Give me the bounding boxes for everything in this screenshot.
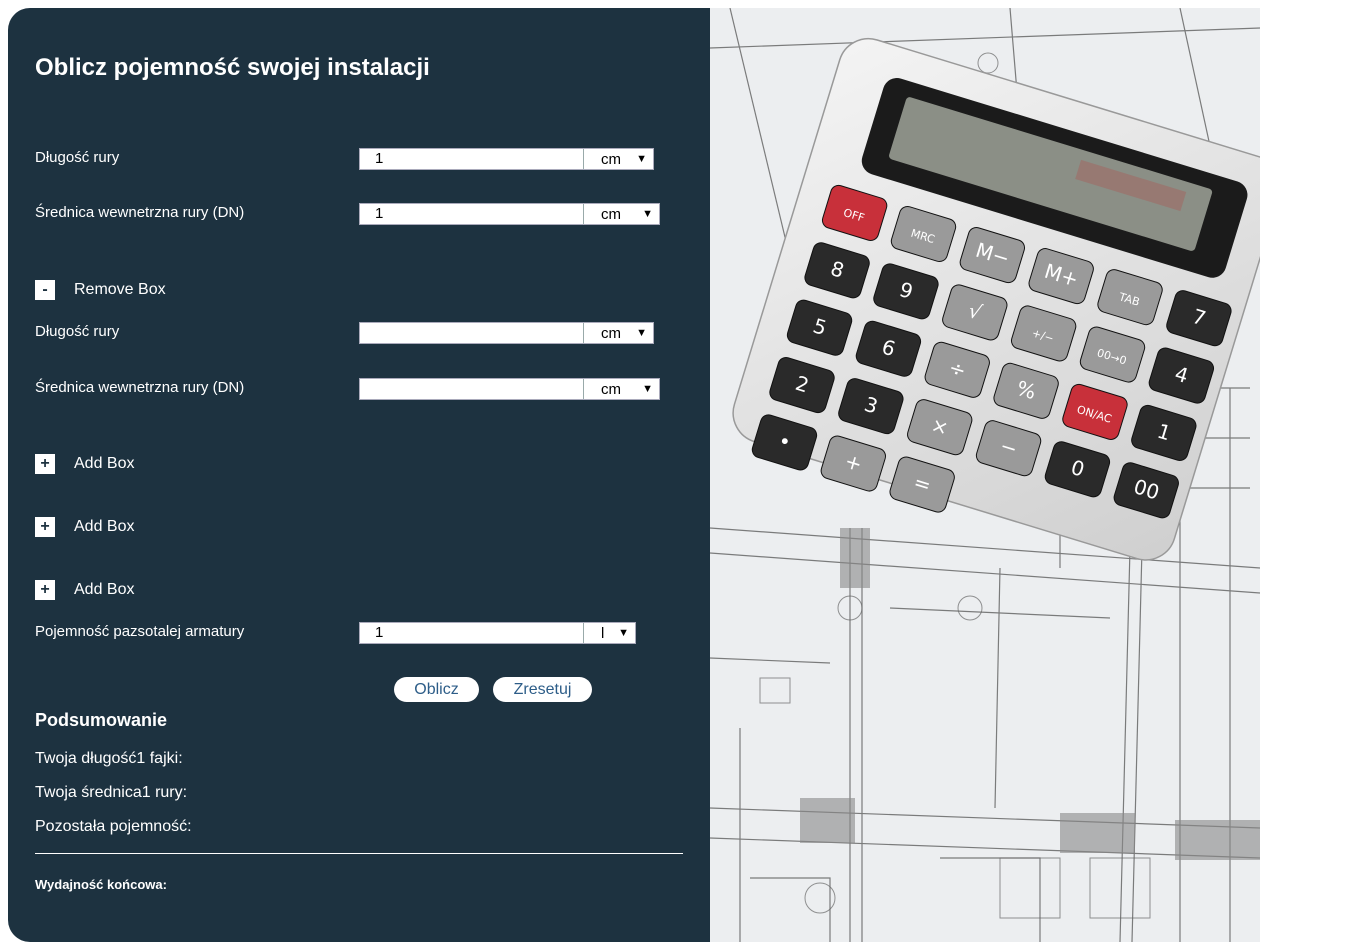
pipe-diameter-unit-select-1[interactable]: cm ▼ [584, 204, 659, 224]
remove-box-button[interactable]: - [35, 280, 55, 300]
unit-value: cm [601, 205, 621, 223]
chevron-down-icon: ▼ [618, 627, 629, 639]
pipe-length-label-1: Długość rury [35, 149, 120, 166]
form-panel: Oblicz pojemność swojej instalacji Długo… [8, 8, 710, 942]
add-box-button-2[interactable]: + [35, 517, 55, 537]
pipe-length-label-2: Długość rury [35, 323, 120, 340]
pipe-diameter-input-1[interactable]: 1 [360, 204, 584, 224]
chevron-down-icon: ▼ [636, 327, 647, 339]
page-title: Oblicz pojemność swojej instalacji [35, 54, 430, 81]
blueprint-illustration: OFFMRCM−M+TAB789√+/−00→0456÷%ON/AC123×−0… [710, 8, 1260, 942]
summary-remaining: Pozostała pojemność: [35, 818, 192, 835]
fittings-unit-select[interactable]: l ▼ [584, 623, 635, 643]
unit-value: cm [601, 324, 621, 342]
add-box-label-1: Add Box [74, 455, 135, 472]
pipe-diameter-label-1: Średnica wewnetrzna rury (DN) [35, 204, 245, 221]
summary-diameter: Twoja średnica1 rury: [35, 784, 188, 801]
fittings-capacity-label: Pojemność pazsotalej armatury [35, 623, 245, 640]
calculator-card: Oblicz pojemność swojej instalacji Długo… [8, 8, 1260, 942]
pipe-diameter-group-1: 1 cm ▼ [359, 203, 660, 225]
pipe-length-group-1: 1 cm ▼ [359, 148, 654, 170]
pipe-diameter-label-2: Średnica wewnetrzna rury (DN) [35, 379, 245, 396]
add-box-label-3: Add Box [74, 581, 135, 598]
pipe-diameter-input-2[interactable] [360, 379, 584, 399]
fittings-capacity-group: 1 l ▼ [359, 622, 636, 644]
add-box-button-3[interactable]: + [35, 580, 55, 600]
add-box-label-2: Add Box [74, 518, 135, 535]
calculator-blueprint-image: OFF MRC M− M+ TAB 7 8 9 √ +/− 00→0 4 5 6 ÷% ON/AC 1 2 3 × −0… [710, 8, 1260, 942]
pipe-length-unit-select-2[interactable]: cm ▼ [584, 323, 653, 343]
remove-box-label: Remove Box [74, 281, 166, 298]
chevron-down-icon: ▼ [636, 153, 647, 165]
pipe-length-input-2[interactable] [360, 323, 584, 343]
summary-final: Wydajność końcowa: [35, 877, 167, 892]
reset-button[interactable]: Zresetuj [493, 677, 592, 702]
unit-value: l [601, 624, 605, 642]
pipe-length-unit-select-1[interactable]: cm ▼ [584, 149, 653, 169]
pipe-length-input-1[interactable]: 1 [360, 149, 584, 169]
unit-value: cm [601, 380, 621, 398]
summary-length: Twoja długość1 fajki: [35, 750, 183, 767]
summary-heading: Podsumowanie [35, 710, 168, 730]
add-box-button-1[interactable]: + [35, 454, 55, 474]
pipe-diameter-group-2: cm ▼ [359, 378, 660, 400]
unit-value: cm [601, 150, 621, 168]
chevron-down-icon: ▼ [642, 383, 653, 395]
pipe-length-group-2: cm ▼ [359, 322, 654, 344]
fittings-capacity-input[interactable]: 1 [360, 623, 584, 643]
calculate-button[interactable]: Oblicz [394, 677, 479, 702]
pipe-diameter-unit-select-2[interactable]: cm ▼ [584, 379, 659, 399]
chevron-down-icon: ▼ [642, 208, 653, 220]
summary-divider [35, 853, 683, 854]
